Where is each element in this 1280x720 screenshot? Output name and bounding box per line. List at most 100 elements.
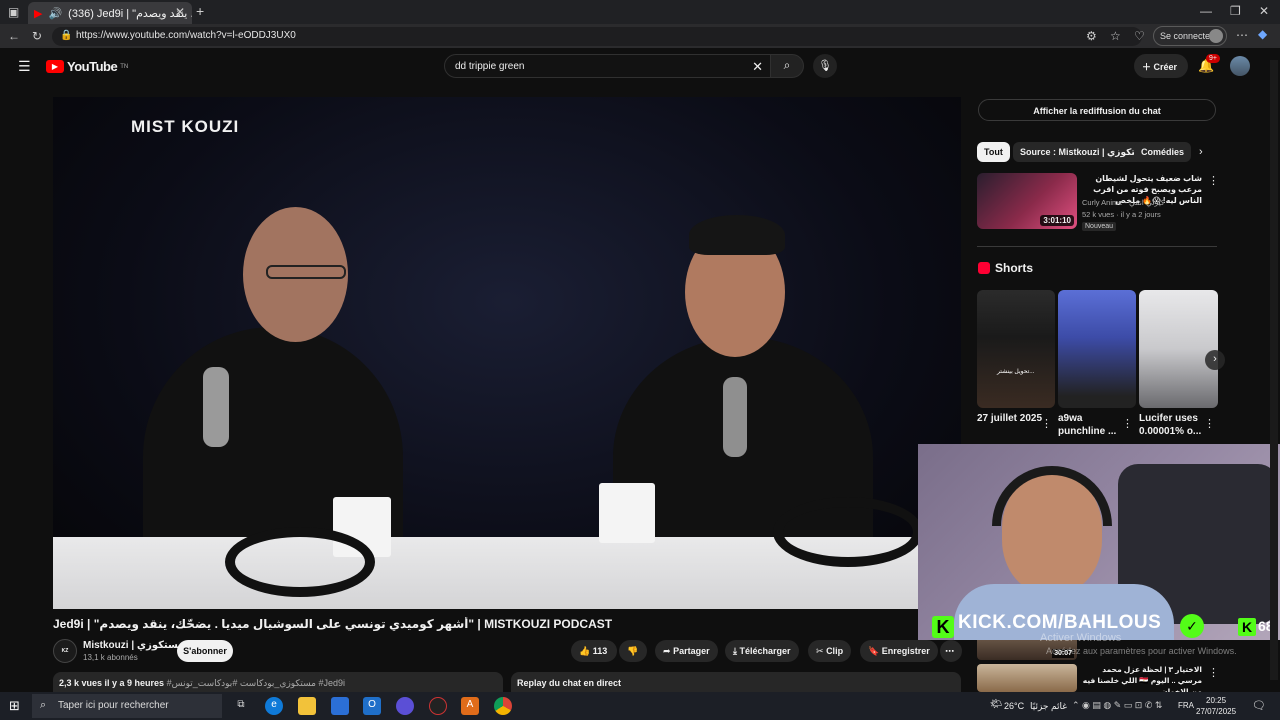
- page-scrollbar[interactable]: [1270, 60, 1278, 680]
- reload-icon[interactable]: ↻: [32, 29, 42, 43]
- short-card-2[interactable]: [1058, 290, 1136, 408]
- clock[interactable]: 20:25 27/07/2025: [1196, 695, 1236, 717]
- system-tray-icons[interactable]: ⌃ ◉ ▤ ◍ ✎ ▭ ⊡ ✆ ⇅: [1072, 700, 1162, 711]
- language-indicator[interactable]: FRA: [1178, 701, 1194, 710]
- taskbar-search[interactable]: ⌕ Taper ici pour rechercher: [32, 694, 222, 718]
- description-box[interactable]: 2,3 k vues il y a 9 heures #مستكوزي_بودك…: [53, 672, 503, 692]
- short-title-3[interactable]: Lucifer uses 0.00001% o...: [1139, 412, 1209, 438]
- clip-button[interactable]: ✂ Clip: [808, 640, 852, 662]
- microphone-right: [723, 377, 747, 457]
- video-title: Jed9i | "أشهر كوميدي تونسي على السوشيال …: [53, 617, 613, 631]
- back-icon[interactable]: ←: [8, 29, 20, 43]
- youtube-logo-icon: ▶: [46, 60, 64, 73]
- views-meta: 2,3 k vues il y a 9 heures: [59, 678, 165, 688]
- close-tab-icon[interactable]: ✕: [175, 5, 185, 19]
- store-icon[interactable]: [331, 697, 349, 715]
- short-title-2[interactable]: a9wa punchline ...: [1058, 412, 1128, 438]
- shield-icon[interactable]: ♡: [1134, 29, 1145, 43]
- speaker-icon[interactable]: 🔊: [48, 7, 62, 20]
- chrome-icon[interactable]: [494, 697, 512, 715]
- show-chat-replay-button[interactable]: Afficher la rediffusion du chat: [978, 99, 1216, 121]
- youtube-logo[interactable]: ▶ YouTube TN: [46, 59, 128, 74]
- browser-tab[interactable]: ▶ 🔊 (336) Jed9i | "تك، ينقد ويصدم ...: [28, 2, 192, 24]
- app-icon-purple[interactable]: [396, 697, 414, 715]
- short-card-3[interactable]: [1139, 290, 1218, 408]
- channel-avatar[interactable]: KZ: [53, 639, 77, 663]
- windows-start-icon[interactable]: ⊞: [9, 698, 20, 714]
- like-button[interactable]: 👍 113: [571, 640, 617, 662]
- save-button[interactable]: 🔖 Enregistrer: [860, 640, 938, 662]
- new-tab-icon[interactable]: +: [196, 3, 204, 19]
- browser-tab-bar: ▣ ▶ 🔊 (336) Jed9i | "تك، ينقد ويصدم ... …: [0, 0, 1280, 24]
- short-more-icon-1[interactable]: ⋮: [1041, 417, 1052, 430]
- chat-replay-header[interactable]: Replay du chat en direct: [511, 672, 961, 692]
- recommended-thumbnail[interactable]: 3:01:10: [977, 173, 1077, 229]
- windows-watermark: Activer Windows: [1040, 632, 1122, 644]
- bookmark-icon: 🔖: [868, 646, 880, 656]
- more-dots-icon: ⋯: [945, 646, 954, 656]
- app-icon-red[interactable]: [429, 697, 447, 715]
- subscribe-button[interactable]: S'abonner: [177, 640, 233, 662]
- hashtags[interactable]: #مستكوزي_بودكاست #بودكاست_تونس #Jed9i: [167, 678, 345, 688]
- more-actions-button[interactable]: ⋯: [940, 640, 962, 662]
- download-button[interactable]: ⤓ Télécharger: [725, 640, 799, 662]
- short-overlay-text: تحويل بينشتر...: [997, 369, 1035, 375]
- bottom-rec2-thumbnail[interactable]: [977, 664, 1077, 692]
- file-explorer-icon[interactable]: [298, 697, 316, 715]
- share-button[interactable]: ➦ Partager: [655, 640, 718, 662]
- search-icon: ⌕: [40, 699, 47, 711]
- share-icon: ➦: [663, 646, 671, 656]
- shorts-icon: [978, 262, 990, 274]
- close-window-icon[interactable]: ✕: [1259, 4, 1269, 18]
- chip-comedies[interactable]: Comédies: [1134, 142, 1192, 162]
- weather-desc[interactable]: غائم جزئيًا: [1030, 701, 1067, 712]
- youtube-favicon-icon: ▶: [34, 7, 43, 20]
- app-icon-orange[interactable]: A: [461, 697, 479, 715]
- create-label: Créer: [1153, 62, 1178, 72]
- account-avatar[interactable]: [1230, 56, 1250, 76]
- clip-label: Clip: [826, 646, 844, 656]
- url-field[interactable]: 🔒 https://www.youtube.com/watch?v=l-eODD…: [52, 27, 1142, 46]
- channel-watermark: MIST KOUZI: [131, 117, 240, 136]
- short-card-1[interactable]: تحويل بينشتر...: [977, 290, 1055, 408]
- kick-viewers-icon: K: [1238, 618, 1256, 636]
- edge-icon[interactable]: e: [265, 697, 283, 715]
- search-icon: ⌕: [783, 58, 791, 72]
- verified-check-icon: ✓: [1180, 614, 1204, 638]
- dislike-button[interactable]: 👎: [619, 640, 647, 662]
- copilot-icon[interactable]: ◆: [1258, 27, 1267, 41]
- clear-search-icon[interactable]: ✕: [752, 59, 763, 75]
- sign-in-button[interactable]: Se connecter: [1153, 26, 1227, 46]
- shorts-next-icon[interactable]: ›: [1205, 350, 1225, 370]
- chip-all[interactable]: Tout: [977, 142, 1010, 162]
- short-more-icon-2[interactable]: ⋮: [1122, 417, 1133, 430]
- recommended-channel[interactable]: Curly Anime - كيرلي انمي: [1082, 198, 1164, 207]
- voice-search-button[interactable]: 🎙: [813, 54, 837, 78]
- window-menu-icon[interactable]: ▣: [8, 5, 19, 19]
- download-icon: ⤓: [733, 646, 737, 656]
- short-title-1[interactable]: 27 juillet 2025: [977, 412, 1047, 425]
- short-more-icon-3[interactable]: ⋮: [1204, 417, 1215, 430]
- video-player[interactable]: MIST KOUZI: [53, 97, 961, 609]
- channel-name[interactable]: Mistkouzi | مستكوزي: [83, 640, 184, 651]
- more-menu-icon[interactable]: ⋯: [1236, 28, 1248, 42]
- extensions-icon[interactable]: ⚙: [1086, 29, 1097, 43]
- favorites-icon[interactable]: ☆: [1110, 29, 1121, 43]
- minimize-icon[interactable]: —: [1200, 4, 1212, 18]
- create-button[interactable]: ＋ Créer: [1134, 54, 1188, 78]
- chips-next-icon[interactable]: ›: [1199, 146, 1203, 158]
- search-button[interactable]: ⌕: [770, 54, 804, 78]
- weather-temp[interactable]: 26°C: [1004, 701, 1024, 711]
- bottom-rec-more-icon[interactable]: ⋮: [1208, 666, 1219, 679]
- notification-badge: 9+: [1206, 54, 1220, 63]
- task-view-icon[interactable]: ⧉: [232, 697, 250, 715]
- thumbs-down-icon: 👎: [627, 646, 639, 656]
- chat-replay-label: Afficher la rediffusion du chat: [1033, 106, 1161, 116]
- maximize-icon[interactable]: ❐: [1230, 4, 1241, 18]
- clock-time: 20:25: [1206, 696, 1227, 705]
- notification-center-icon[interactable]: 🗨: [1252, 699, 1266, 712]
- outlook-icon[interactable]: O: [363, 697, 381, 715]
- search-input[interactable]: dd trippie green ✕: [444, 54, 774, 78]
- recommended-more-icon[interactable]: ⋮: [1208, 174, 1219, 187]
- hamburger-menu-icon[interactable]: ☰: [18, 58, 31, 75]
